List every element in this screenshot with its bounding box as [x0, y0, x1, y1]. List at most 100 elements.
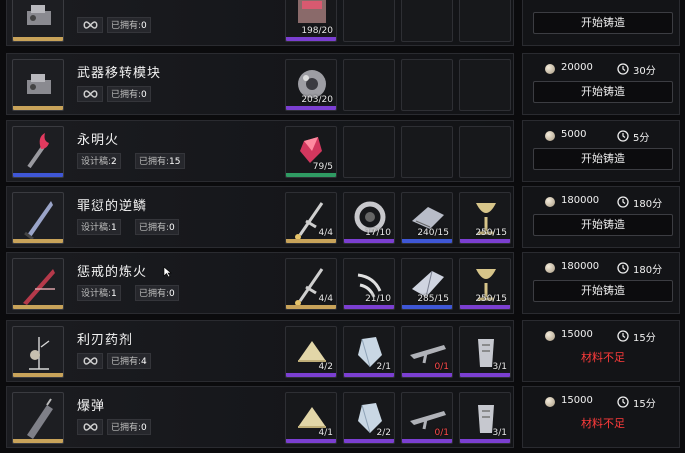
recipe-item-thumbnail[interactable]: [12, 392, 64, 444]
start-forge-button[interactable]: 开始铸造: [533, 214, 673, 236]
material-slot[interactable]: 4/4: [285, 192, 337, 244]
start-forge-button[interactable]: 开始铸造: [533, 12, 673, 34]
blueprint-count: 1: [111, 223, 117, 233]
infinity-icon: [83, 21, 98, 29]
owned-label: 已拥有:: [111, 90, 142, 100]
start-forge-button[interactable]: 开始铸造: [533, 280, 673, 302]
blueprint-badge: 设计稿:2: [77, 153, 121, 169]
recipe-row[interactable]: 利刃药剂 已拥有:4 4/2 2/1 0/1 3/1 15000 15分 材料不足: [6, 320, 680, 382]
owned-count: 0: [141, 423, 147, 433]
material-slot[interactable]: 2/1: [343, 326, 395, 378]
coin-icon: [545, 331, 555, 341]
material-slot[interactable]: 250/15: [459, 192, 511, 244]
cost-time-row: 15000 15分: [545, 395, 675, 410]
forge-action-panel: 5000 5分 开始铸造: [522, 120, 680, 182]
owned-label: 已拥有:: [111, 21, 142, 31]
recipe-item-thumbnail[interactable]: [12, 326, 64, 378]
bomb-icon: [27, 398, 53, 439]
owned-badge: 已拥有:0: [107, 419, 151, 435]
material-count: 203/20: [301, 95, 333, 105]
blueprint-count: 2: [111, 157, 117, 167]
recipe-name: 武器移转模块: [77, 66, 162, 81]
material-slot[interactable]: 285/15: [401, 258, 453, 310]
cost-time-row: 180000 180分: [545, 195, 675, 210]
material-count: 2/1: [376, 362, 391, 372]
material-slot[interactable]: 2/2: [343, 392, 395, 444]
cost-time-row: 20000 30分: [545, 62, 675, 77]
empty-material-slot: [459, 126, 511, 178]
forge-action-panel: 20000 30分开始铸造: [522, 53, 680, 115]
recipe-info-panel: 罪愆的逆鳞 设计稿:1 已拥有:0 4/4 17/10 240/15 250/15: [6, 186, 514, 248]
start-forge-button[interactable]: 开始铸造: [533, 81, 673, 103]
rarity-stripe: [460, 305, 510, 309]
rarity-stripe: [286, 239, 336, 243]
recipe-item-thumbnail[interactable]: [12, 59, 64, 111]
owned-badge: 已拥有:0: [107, 17, 151, 33]
forge-cost: 15000: [561, 395, 593, 406]
forge-cost: 15000: [561, 329, 593, 340]
forge-action-panel: 15000 15分材料不足: [522, 386, 680, 448]
material-slot[interactable]: 198/20: [285, 0, 337, 42]
owned-label: 已拥有:: [111, 423, 142, 433]
clock-icon: [617, 262, 629, 274]
infinite-badge: [77, 353, 103, 369]
material-slot[interactable]: 17/10: [343, 192, 395, 244]
forge-action-panel: 180000 180分 开始铸造: [522, 252, 680, 314]
recipe-row[interactable]: 永明火 设计稿:2 已拥有:15 79/5 5000 5分 开始铸造: [6, 120, 680, 182]
material-slot[interactable]: 21/10: [343, 258, 395, 310]
material-slot[interactable]: 0/1: [401, 392, 453, 444]
material-count: 4/1: [318, 428, 333, 438]
recipe-row[interactable]: 惩戒的炼火 设计稿:1 已拥有:0 4/4 21/10 285/15 250/15 18000…: [6, 252, 680, 314]
blueprint-label: 设计稿:: [81, 289, 112, 299]
material-slot[interactable]: 79/5: [285, 126, 337, 178]
material-slot[interactable]: 4/4: [285, 258, 337, 310]
material-slot[interactable]: 0/1: [401, 326, 453, 378]
material-slot[interactable]: 250/15: [459, 258, 511, 310]
coin-icon: [545, 197, 555, 207]
rarity-stripe: [402, 239, 452, 243]
material-slot[interactable]: 3/1: [459, 326, 511, 378]
material-count: 4/2: [318, 362, 333, 372]
material-slot[interactable]: 240/15: [401, 192, 453, 244]
rarity-stripe: [13, 239, 63, 243]
rarity-stripe: [13, 173, 63, 177]
forge-recipe-list: 已拥有:0 198/20 开始铸造 武器移转模块 已拥有:0 203/20 20000 30分…: [0, 0, 685, 453]
recipe-info-panel: 惩戒的炼火 设计稿:1 已拥有:0 4/4 21/10 285/15 250/15: [6, 252, 514, 314]
rarity-stripe: [460, 439, 510, 443]
recipe-row[interactable]: 武器移转模块 已拥有:0 203/20 20000 30分 开始铸造: [6, 53, 680, 115]
recipe-item-thumbnail[interactable]: [12, 0, 64, 42]
recipe-info-panel: 武器移转模块 已拥有:0 203/20: [6, 53, 514, 115]
owned-count: 15: [169, 157, 181, 167]
insufficient-materials-label: 材料不足: [581, 417, 625, 430]
recipe-row[interactable]: 爆弹 已拥有:0 4/1 2/2 0/1 3/1 15000 15分 材料不足: [6, 386, 680, 448]
owned-badge: 已拥有:0: [135, 285, 179, 301]
material-count: 2/2: [376, 428, 391, 438]
rarity-stripe: [13, 373, 63, 377]
recipe-item-thumbnail[interactable]: [12, 258, 64, 310]
owned-label: 已拥有:: [139, 223, 170, 233]
material-slot[interactable]: 203/20: [285, 59, 337, 111]
infinity-icon: [83, 90, 98, 98]
infinity-icon: [83, 357, 98, 365]
material-count: 3/1: [492, 362, 507, 372]
rarity-stripe: [286, 37, 336, 41]
recipe-item-thumbnail[interactable]: [12, 126, 64, 178]
recipe-item-thumbnail[interactable]: [12, 192, 64, 244]
material-count: 17/10: [365, 228, 391, 238]
recipe-row[interactable]: 罪愆的逆鳞 设计稿:1 已拥有:0 4/4 17/10 240/15 250/15 18000…: [6, 186, 680, 248]
empty-material-slot: [459, 59, 511, 111]
material-slot[interactable]: 3/1: [459, 392, 511, 444]
rarity-stripe: [286, 305, 336, 309]
rarity-stripe: [402, 305, 452, 309]
forge-time: 15分: [633, 333, 656, 344]
recipe-row[interactable]: 已拥有:0 198/20 开始铸造: [6, 0, 680, 46]
empty-material-slot: [401, 126, 453, 178]
empty-material-slot: [343, 126, 395, 178]
owned-count: 0: [141, 21, 147, 31]
start-forge-button[interactable]: 开始铸造: [533, 148, 673, 170]
empty-material-slot: [401, 0, 453, 42]
material-slot[interactable]: 4/2: [285, 326, 337, 378]
material-count: 4/4: [318, 228, 333, 238]
material-slot[interactable]: 4/1: [285, 392, 337, 444]
empty-material-slot: [401, 59, 453, 111]
